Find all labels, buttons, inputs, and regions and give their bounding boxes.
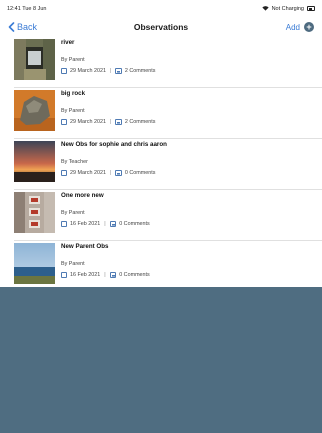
wifi-icon (261, 6, 269, 11)
observation-comments: 2 Comments (124, 119, 156, 125)
observation-thumbnail (14, 192, 55, 233)
comment-icon (109, 221, 117, 227)
calendar-icon (61, 221, 67, 227)
back-label: Back (17, 22, 38, 32)
comment-icon (109, 272, 117, 278)
observation-meta: 29 March 2021 | 0 Comments (61, 170, 155, 176)
observation-meta: 16 Feb 2021 | 0 Comments (61, 221, 150, 227)
observation-thumbnail (14, 39, 55, 80)
observation-date: 29 March 2021 (70, 170, 106, 176)
back-button[interactable]: Back (8, 22, 37, 32)
observation-title: New Obs for sophie and chris aaron (61, 141, 167, 148)
calendar-icon (61, 68, 67, 74)
observation-date: 16 Feb 2021 (70, 272, 101, 278)
food-photo (14, 192, 55, 233)
divider: | (109, 68, 112, 74)
comment-icon (115, 170, 122, 176)
page-title: Observations (133, 22, 189, 32)
navigation-bar: Back Observations Add + (0, 17, 322, 37)
battery-status-text: Not Charging (271, 5, 304, 12)
comment-icon (115, 68, 122, 74)
observation-thumbnail (14, 90, 55, 131)
divider: | (109, 119, 112, 125)
observation-date: 16 Feb 2021 (70, 221, 101, 227)
calendar-icon (61, 119, 67, 125)
battery-icon (307, 6, 315, 11)
observation-thumbnail (14, 243, 55, 284)
seascape-photo (14, 243, 55, 284)
observation-date: 29 March 2021 (70, 119, 106, 125)
add-button[interactable]: Add + (286, 22, 314, 32)
observation-meta: 29 March 2021 | 2 Comments (61, 68, 155, 74)
observation-title: big rock (61, 90, 86, 97)
comment-icon (115, 119, 122, 125)
observations-list: river By Parent 29 March 2021 | 2 Commen… (0, 37, 322, 292)
observation-item-one-more-new[interactable]: One more new By Parent 16 Feb 2021 | 0 C… (14, 190, 322, 241)
divider: | (104, 221, 106, 227)
calendar-icon (61, 170, 67, 176)
observation-item-new-parent-obs[interactable]: New Parent Obs By Parent 16 Feb 2021 | 0… (14, 241, 322, 292)
observation-meta: 29 March 2021 | 2 Comments (61, 119, 155, 125)
observation-author: By Teacher (61, 159, 88, 165)
observation-comments: 0 Comments (119, 272, 150, 278)
observation-author: By Parent (61, 108, 85, 114)
observation-comments: 2 Comments (124, 68, 156, 74)
observation-author: By Parent (61, 210, 85, 216)
observation-comments: 0 Comments (124, 170, 156, 176)
observation-item-new-obs[interactable]: New Obs for sophie and chris aaron By Te… (14, 139, 322, 190)
observation-title: river (61, 39, 75, 46)
status-right: Not Charging (261, 5, 315, 12)
calendar-icon (61, 272, 67, 278)
observation-comments: 0 Comments (119, 221, 150, 227)
observation-meta: 16 Feb 2021 | 0 Comments (61, 272, 150, 278)
observation-thumbnail (14, 141, 55, 182)
divider: | (104, 272, 106, 278)
sunset-photo (14, 141, 55, 182)
observation-item-big-rock[interactable]: big rock By Parent 29 March 2021 | 2 Com… (14, 88, 322, 139)
observation-title: New Parent Obs (61, 243, 109, 250)
observation-author: By Parent (61, 261, 85, 267)
observation-title: One more new (61, 192, 104, 199)
chevron-left-icon (8, 22, 15, 32)
empty-list-background (0, 287, 322, 433)
status-time-date: 12:41 Tue 8 Jun (7, 5, 47, 12)
plus-icon: + (304, 22, 314, 32)
observation-item-river[interactable]: river By Parent 29 March 2021 | 2 Commen… (14, 37, 322, 88)
observation-author: By Parent (61, 57, 85, 63)
status-bar: 12:41 Tue 8 Jun Not Charging (0, 0, 322, 17)
divider: | (109, 170, 112, 176)
river-photo (14, 39, 55, 80)
add-label: Add (285, 22, 300, 32)
observation-date: 29 March 2021 (70, 68, 106, 74)
rock-photo (14, 90, 55, 131)
